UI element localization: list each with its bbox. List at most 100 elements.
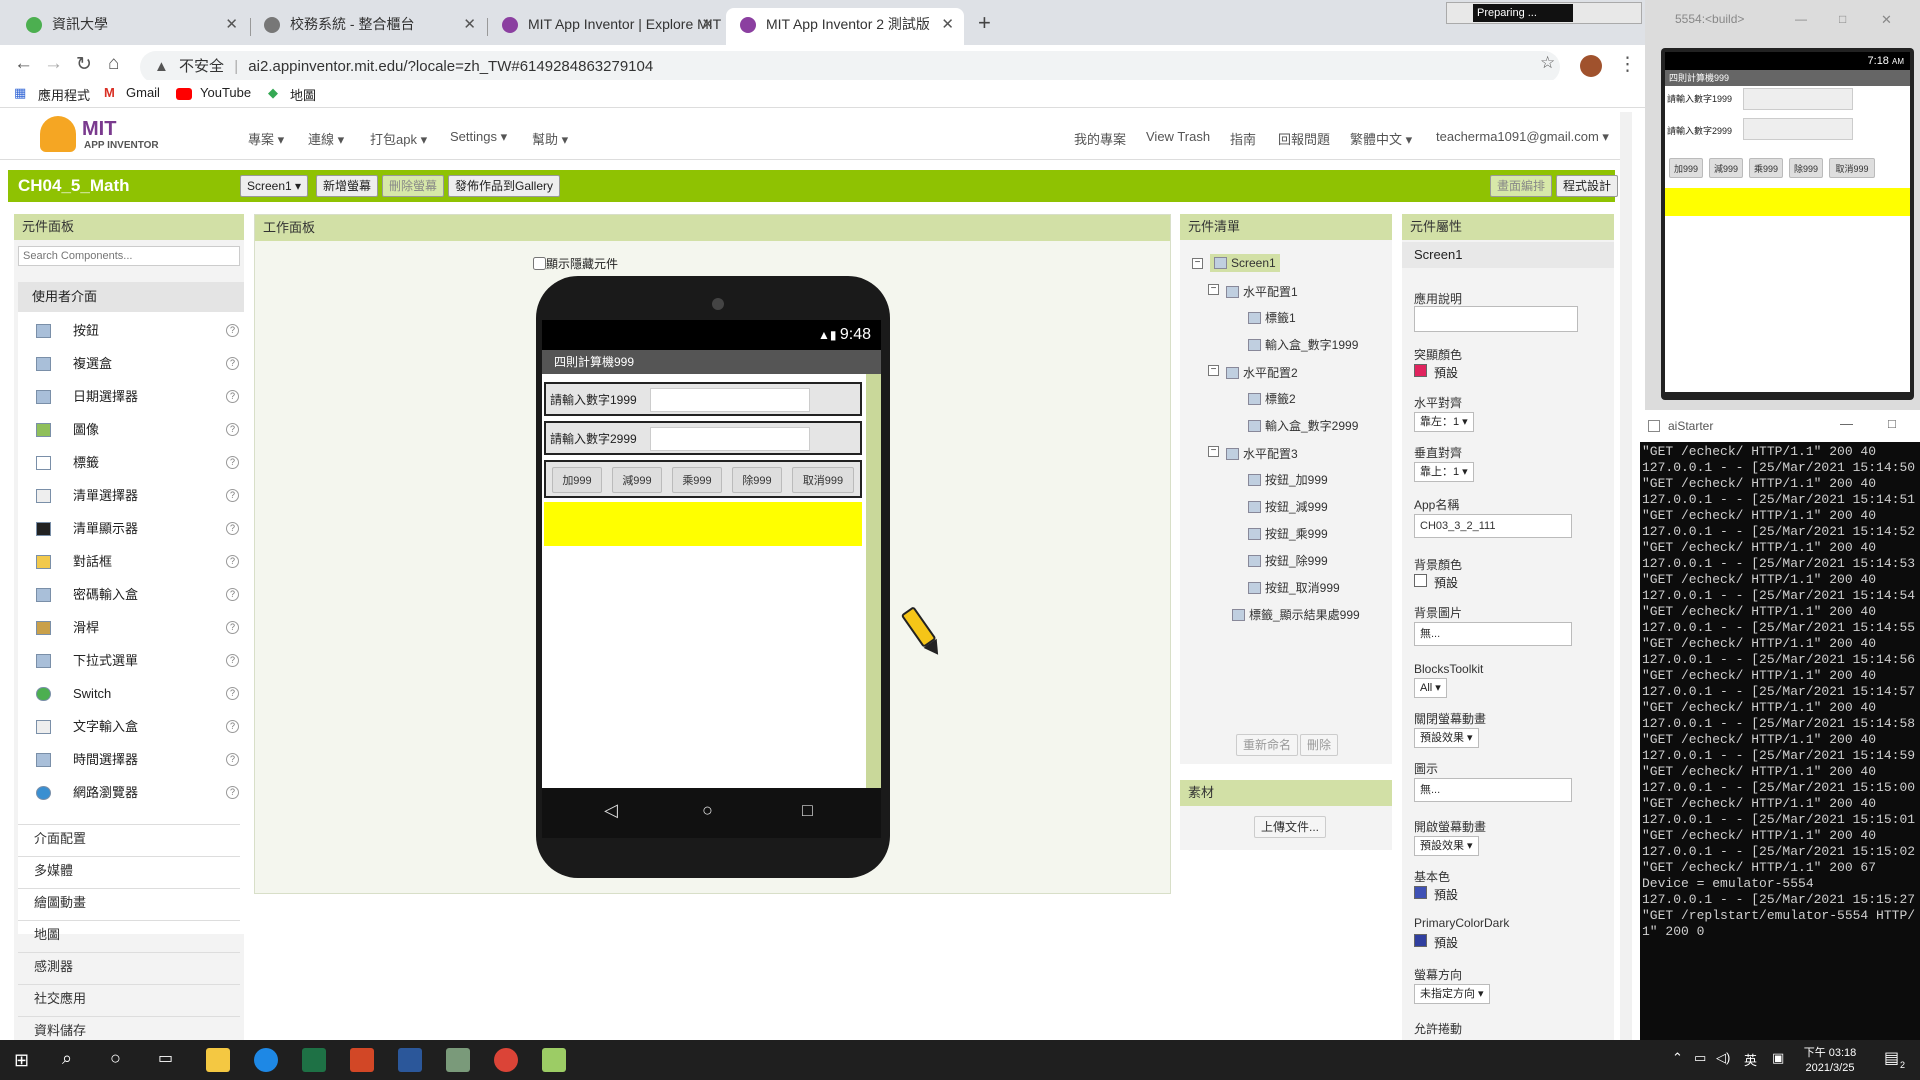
horizontal-arrangement-3[interactable]: 加999 減999 乘999 除999 取消999 <box>544 460 862 498</box>
help-icon[interactable]: ? <box>226 720 239 733</box>
category-sensors[interactable]: 感測器 <box>18 952 240 980</box>
close-icon[interactable]: ✕ <box>1881 12 1892 28</box>
powerpoint-icon[interactable] <box>350 1048 374 1072</box>
help-icon[interactable]: ? <box>226 423 239 436</box>
tree-node-button-divide[interactable]: 按鈕_除999 <box>1248 552 1328 569</box>
minimize-icon[interactable]: — <box>1795 12 1807 26</box>
menu-guide[interactable]: 指南 <box>1230 129 1256 148</box>
tree-node-textbox2[interactable]: 輸入盒_數字2999 <box>1248 417 1358 434</box>
show-hidden-checkbox[interactable]: 顯示隱藏元件 <box>533 255 618 272</box>
primary-dark-value[interactable]: 預設 <box>1434 934 1458 951</box>
cortana-circle-icon[interactable]: ○ <box>110 1048 121 1069</box>
network-icon[interactable]: ▭ <box>1694 1050 1706 1066</box>
remove-screen-button[interactable]: 刪除螢幕 <box>382 175 445 197</box>
tree-node-button-cancel[interactable]: 按鈕_取消999 <box>1248 579 1340 596</box>
tree-node-textbox1[interactable]: 輸入盒_數字1999 <box>1248 336 1358 353</box>
emulator-button-divide[interactable]: 除999 <box>1789 158 1823 178</box>
emulator-button-multiply[interactable]: 乘999 <box>1749 158 1783 178</box>
delete-button[interactable]: 刪除 <box>1300 734 1339 756</box>
browser-tab-4-active[interactable]: MIT App Inventor 2 測試版 ✕ <box>726 8 964 45</box>
edge-browser-icon[interactable] <box>254 1048 278 1072</box>
tray-chevron-icon[interactable]: ⌃ <box>1672 1050 1683 1066</box>
app-name-input[interactable]: CH03_3_2_111 <box>1414 514 1572 538</box>
bg-color-swatch[interactable] <box>1414 574 1427 587</box>
help-icon[interactable]: ? <box>226 357 239 370</box>
help-icon[interactable]: ? <box>226 522 239 535</box>
menu-account[interactable]: teacherma1091@gmail.com ▾ <box>1436 129 1609 145</box>
browser-tab-3[interactable]: MIT App Inventor | Explore MIT ✕ <box>488 8 724 45</box>
bookmark-gmail[interactable]: Gmail <box>126 85 160 100</box>
orientation-dropdown[interactable]: 未指定方向 ▾ <box>1414 984 1490 1004</box>
menu-settings[interactable]: Settings ▾ <box>450 129 507 145</box>
close-tab-icon[interactable]: ✕ <box>463 8 476 41</box>
ime-indicator[interactable]: 英 <box>1744 1050 1757 1069</box>
clock-time[interactable]: 下午 03:18 <box>1800 1044 1860 1060</box>
bookmark-maps[interactable]: 地圖 <box>290 85 316 104</box>
maximize-icon[interactable]: □ <box>1839 12 1846 26</box>
category-media[interactable]: 多媒體 <box>18 856 240 884</box>
category-drawing-animation[interactable]: 繪圖動畫 <box>18 888 240 916</box>
browser-tab-2[interactable]: 校務系統 - 整合櫃台 ✕ <box>250 8 486 45</box>
palette-item-textbox[interactable]: 文字輸入盒? <box>28 712 243 742</box>
help-icon[interactable]: ? <box>226 324 239 337</box>
home-icon[interactable]: ⌂ <box>108 53 119 75</box>
bg-image-picker[interactable]: 無... <box>1414 622 1572 646</box>
search-icon[interactable]: ⌕ <box>62 1048 72 1069</box>
help-icon[interactable]: ? <box>226 753 239 766</box>
open-anim-dropdown[interactable]: 預設效果 ▾ <box>1414 836 1479 856</box>
palette-item-image[interactable]: 圖像? <box>28 415 243 445</box>
collapse-toggle[interactable]: − <box>1208 365 1219 376</box>
tree-node-hlayout1[interactable]: 水平配置1 <box>1226 283 1298 300</box>
palette-item-listpicker[interactable]: 清單選擇器? <box>28 481 243 511</box>
collapse-screen1-toggle[interactable]: − <box>1192 258 1203 269</box>
help-icon[interactable]: ? <box>226 489 239 502</box>
maximize-icon[interactable]: □ <box>1888 416 1896 431</box>
tree-node-button-multiply[interactable]: 按鈕_乘999 <box>1248 525 1328 542</box>
more-menu-icon[interactable]: ⋮ <box>1618 53 1637 76</box>
blocks-button[interactable]: 程式設計 <box>1556 175 1619 197</box>
label-2[interactable]: 請輸入數字2999 <box>550 430 637 447</box>
collapse-toggle[interactable]: − <box>1208 446 1219 457</box>
publish-gallery-button[interactable]: 發佈作品到Gallery <box>448 175 561 197</box>
horizontal-arrangement-2[interactable]: 請輸入數字2999 <box>544 421 862 455</box>
blocks-toolkit-dropdown[interactable]: All ▾ <box>1414 678 1447 698</box>
palette-item-timepicker[interactable]: 時間選擇器? <box>28 745 243 775</box>
menu-report-issue[interactable]: 回報問題 <box>1278 129 1330 148</box>
tree-node-hlayout2[interactable]: 水平配置2 <box>1226 364 1298 381</box>
category-layout[interactable]: 介面配置 <box>18 824 240 852</box>
result-label[interactable] <box>544 502 862 546</box>
menu-connect[interactable]: 連線 ▾ <box>308 129 344 148</box>
emulator-textbox-1[interactable] <box>1743 88 1853 110</box>
close-tab-icon[interactable]: ✕ <box>941 8 954 41</box>
apps-grid-icon[interactable]: ▦ <box>14 85 26 101</box>
category-social[interactable]: 社交應用 <box>18 984 240 1012</box>
clock-date[interactable]: 2021/3/25 <box>1800 1062 1860 1074</box>
help-icon[interactable]: ? <box>226 687 239 700</box>
component-search-input[interactable] <box>18 246 240 266</box>
close-anim-dropdown[interactable]: 預設效果 ▾ <box>1414 728 1479 748</box>
category-maps[interactable]: 地圖 <box>18 920 240 948</box>
emulator-button-add[interactable]: 加999 <box>1669 158 1703 178</box>
textbox-number2[interactable] <box>650 427 810 451</box>
menu-my-projects[interactable]: 我的專案 <box>1074 129 1126 148</box>
button-divide[interactable]: 除999 <box>732 467 782 493</box>
minimize-icon[interactable]: — <box>1840 416 1853 431</box>
palette-item-slider[interactable]: 滑桿? <box>28 613 243 643</box>
screen-scrollbar[interactable] <box>866 374 881 788</box>
new-tab-button[interactable]: + <box>978 10 991 36</box>
tree-node-result-label[interactable]: 標籤_顯示結果處999 <box>1232 606 1360 623</box>
task-view-icon[interactable]: ▭ <box>158 1048 173 1068</box>
tree-node-label1[interactable]: 標籤1 <box>1248 309 1296 326</box>
profile-avatar[interactable] <box>1580 55 1602 77</box>
help-icon[interactable]: ? <box>226 456 239 469</box>
word-icon[interactable] <box>398 1048 422 1072</box>
reload-icon[interactable]: ↻ <box>76 53 92 76</box>
volume-icon[interactable]: ◁) <box>1716 1050 1730 1066</box>
chrome-icon[interactable] <box>494 1048 518 1072</box>
about-screen-input[interactable] <box>1414 306 1578 332</box>
star-icon[interactable]: ☆ <box>1540 53 1555 73</box>
button-cancel[interactable]: 取消999 <box>792 467 854 493</box>
help-icon[interactable]: ? <box>226 555 239 568</box>
notification-center-icon[interactable]: ▤ <box>1884 1048 1899 1068</box>
help-icon[interactable]: ? <box>226 654 239 667</box>
